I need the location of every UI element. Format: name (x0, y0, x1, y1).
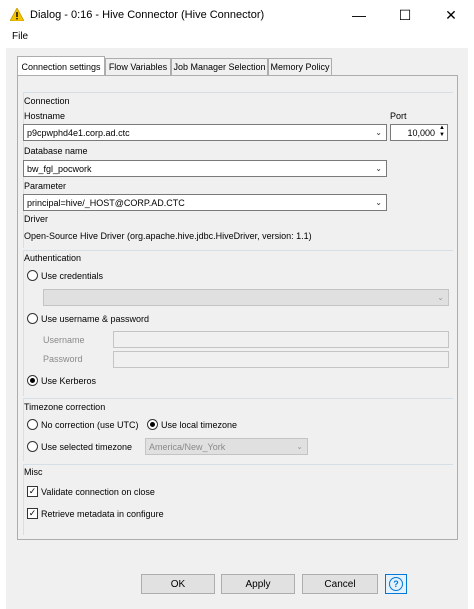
chevron-down-icon: ⌄ (296, 442, 303, 451)
tab-memory-policy[interactable]: Memory Policy (268, 58, 332, 75)
use-selected-timezone-radio[interactable] (27, 441, 38, 452)
use-credentials-radio[interactable] (27, 270, 38, 281)
help-button[interactable]: ? (385, 574, 407, 594)
help-icon: ? (389, 577, 403, 591)
window-title: Dialog - 0:16 - Hive Connector (Hive Con… (30, 9, 265, 21)
authentication-section-title: Authentication (24, 253, 82, 263)
username-field (113, 331, 449, 348)
port-spinner[interactable]: 10,000 ▲ ▼ (390, 124, 448, 141)
driver-value: Open-Source Hive Driver (org.apache.hive… (24, 231, 312, 241)
timezone-section-title: Timezone correction (24, 402, 106, 412)
username-label: Username (43, 335, 85, 345)
timezone-select: America/New_York ⌄ (145, 438, 308, 455)
database-name-value: bw_fgl_pocwork (27, 163, 92, 174)
parameter-value: principal=hive/_HOST@CORP.AD.CTC (27, 197, 185, 208)
port-label: Port (390, 111, 407, 121)
parameter-label: Parameter (24, 181, 67, 191)
tab-job-manager-selection[interactable]: Job Manager Selection (171, 58, 268, 75)
validate-connection-label[interactable]: Validate connection on close (41, 487, 155, 497)
retrieve-metadata-checkbox[interactable]: ✓ (27, 508, 38, 519)
background-app-right-edge (468, 48, 474, 609)
menu-file[interactable]: File (12, 31, 28, 42)
password-field (113, 351, 449, 368)
chevron-down-icon[interactable]: ⌄ (375, 128, 382, 137)
chevron-down-icon[interactable]: ⌄ (375, 164, 382, 173)
hostname-combo[interactable]: p9cpwphd4e1.corp.ad.ctc ⌄ (23, 124, 387, 141)
close-button[interactable]: ✕ (428, 0, 474, 30)
hostname-label: Hostname (24, 111, 66, 121)
use-username-password-label[interactable]: Use username & password (41, 314, 149, 324)
use-local-timezone-radio[interactable] (147, 419, 158, 430)
no-correction-label[interactable]: No correction (use UTC) (41, 420, 139, 430)
validate-connection-checkbox[interactable]: ✓ (27, 486, 38, 497)
apply-button[interactable]: Apply (221, 574, 295, 594)
checkmark-icon: ✓ (28, 486, 37, 496)
use-local-timezone-label[interactable]: Use local timezone (161, 420, 237, 430)
parameter-combo[interactable]: principal=hive/_HOST@CORP.AD.CTC ⌄ (23, 194, 387, 211)
connection-section-title: Connection (24, 96, 70, 106)
timezone-select-value: America/New_York (149, 441, 226, 452)
chevron-down-icon[interactable]: ⌄ (375, 198, 382, 207)
use-credentials-label[interactable]: Use credentials (41, 271, 103, 281)
database-name-combo[interactable]: bw_fgl_pocwork ⌄ (23, 160, 387, 177)
spinner-arrows-icon[interactable]: ▲ ▼ (439, 125, 445, 139)
port-value: 10,000 (407, 128, 435, 138)
password-label: Password (43, 354, 83, 364)
checkmark-icon: ✓ (28, 508, 37, 518)
no-correction-radio[interactable] (27, 419, 38, 430)
use-kerberos-label[interactable]: Use Kerberos (41, 376, 96, 386)
misc-group (23, 464, 453, 535)
misc-section-title: Misc (24, 467, 43, 477)
ok-button[interactable]: OK (141, 574, 215, 594)
background-app-left-edge (0, 48, 6, 609)
cancel-button[interactable]: Cancel (302, 574, 378, 594)
chevron-down-icon: ⌄ (437, 293, 444, 302)
use-username-password-radio[interactable] (27, 313, 38, 324)
database-name-label: Database name (24, 146, 88, 156)
tab-flow-variables[interactable]: Flow Variables (105, 58, 171, 75)
tab-connection-settings[interactable]: Connection settings (17, 56, 105, 76)
retrieve-metadata-label[interactable]: Retrieve metadata in configure (41, 509, 164, 519)
driver-label: Driver (24, 214, 48, 224)
warning-icon (10, 8, 24, 21)
menu-bar (0, 30, 474, 48)
maximize-button[interactable]: ☐ (382, 0, 428, 30)
credentials-combo: ⌄ (43, 289, 449, 306)
hostname-value: p9cpwphd4e1.corp.ad.ctc (27, 127, 130, 138)
use-selected-timezone-label[interactable]: Use selected timezone (41, 442, 132, 452)
use-kerberos-radio[interactable] (27, 375, 38, 386)
minimize-button[interactable]: — (336, 0, 382, 30)
